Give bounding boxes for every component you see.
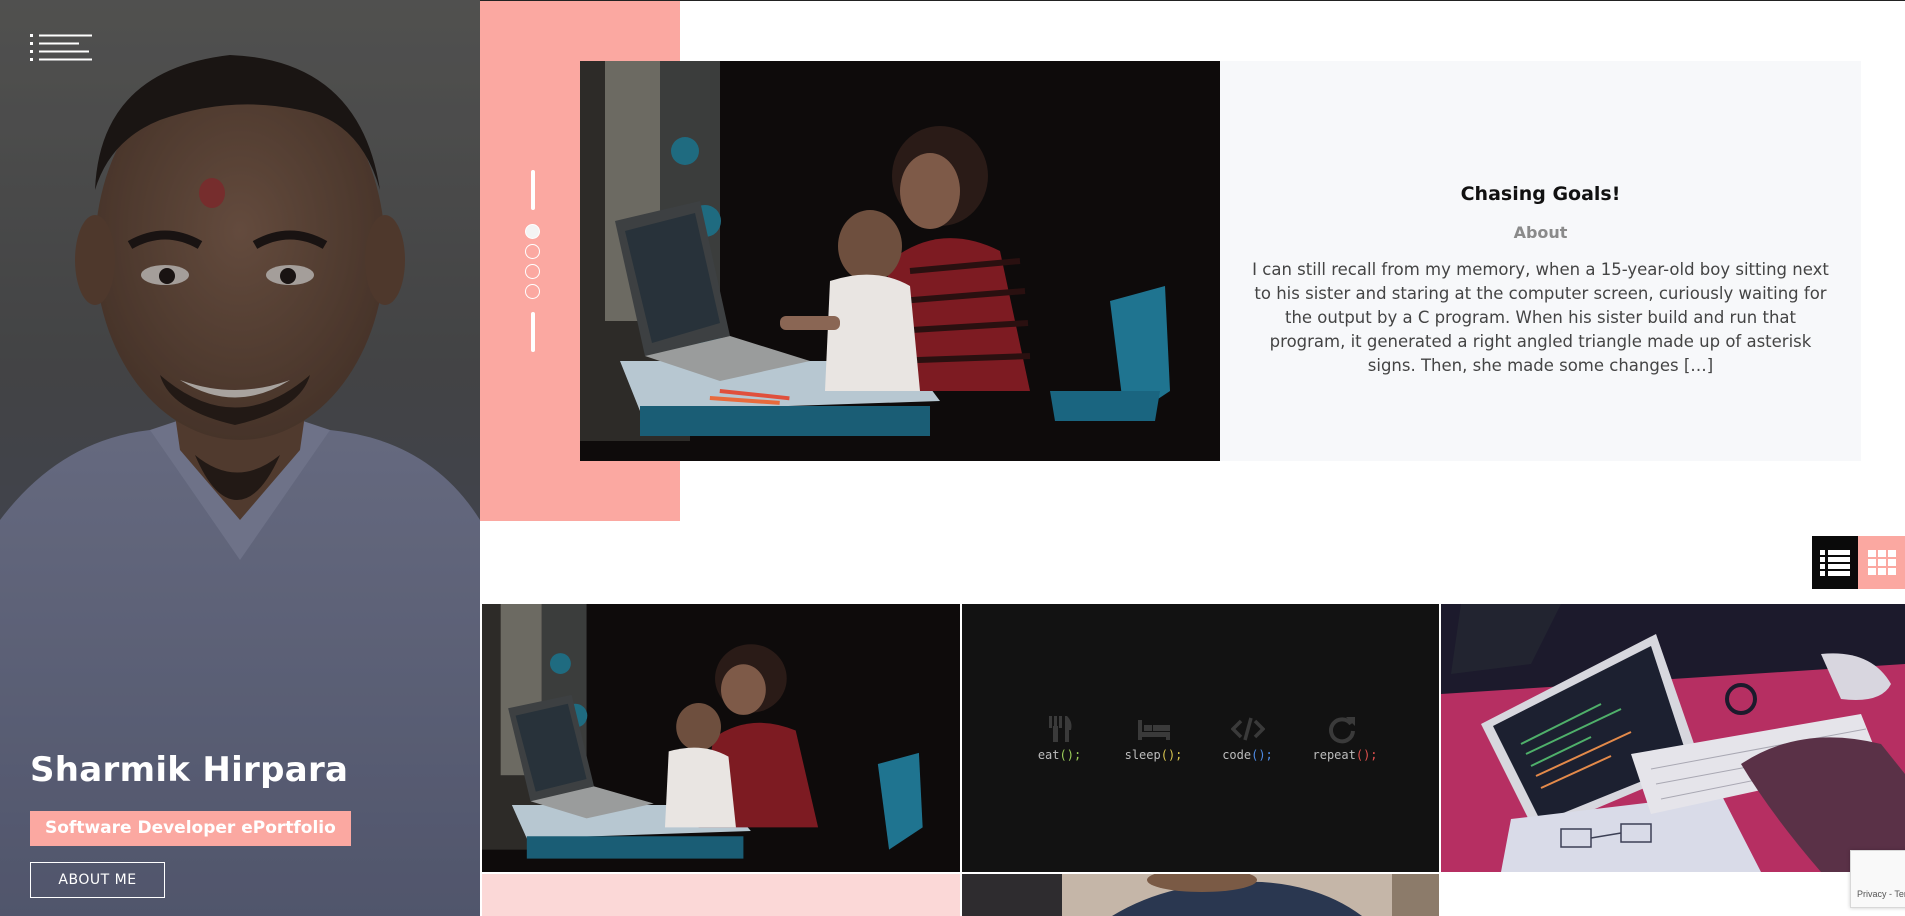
slider-dot-4[interactable] bbox=[525, 284, 540, 299]
post-tile-kids[interactable] bbox=[482, 604, 960, 872]
menu-toggle-button[interactable] bbox=[30, 32, 92, 62]
post-tile-pink[interactable] bbox=[482, 874, 960, 916]
eat-sleep-code-repeat-graphic: eat(); sleep(); code(); repeat(); bbox=[962, 714, 1439, 762]
list-menu-icon bbox=[30, 34, 92, 61]
sleep-parens: (); bbox=[1160, 748, 1183, 762]
grid-view-button[interactable] bbox=[1858, 536, 1905, 589]
kids-at-laptop-image bbox=[580, 61, 1220, 461]
eat-label: eat bbox=[1037, 748, 1060, 762]
post-tile-eat-sleep-code[interactable]: eat(); sleep(); code(); repeat(); bbox=[962, 604, 1439, 872]
bed-icon bbox=[1137, 720, 1170, 740]
code-label: code bbox=[1222, 748, 1252, 762]
featured-post-card[interactable]: Chasing Goals! About I can still recall … bbox=[580, 61, 1861, 461]
repeat-label: repeat bbox=[1312, 748, 1356, 762]
tablet-coding-thumbnail bbox=[1441, 604, 1905, 872]
tagline-badge: Software Developer ePortfolio bbox=[30, 811, 351, 846]
refresh-icon bbox=[1328, 717, 1355, 744]
sleep-item: sleep(); bbox=[1125, 714, 1183, 762]
post-tile-person[interactable] bbox=[962, 874, 1439, 916]
recaptcha-badge[interactable]: Privacy - Terms bbox=[1850, 850, 1905, 908]
featured-post-category[interactable]: About bbox=[1248, 223, 1833, 242]
slider-dot-2[interactable] bbox=[525, 244, 540, 259]
code-item: code(); bbox=[1219, 714, 1277, 762]
sleep-label: sleep bbox=[1124, 748, 1161, 762]
featured-post-excerpt: I can still recall from my memory, when … bbox=[1252, 260, 1829, 375]
repeat-item: repeat(); bbox=[1312, 714, 1378, 762]
repeat-parens: (); bbox=[1355, 748, 1378, 762]
fork-knife-icon bbox=[1048, 716, 1071, 742]
featured-post-image[interactable] bbox=[580, 61, 1220, 461]
kids-at-laptop-thumbnail bbox=[482, 604, 960, 872]
pagination-bottom-bar bbox=[531, 312, 535, 352]
person-thumbnail bbox=[962, 874, 1439, 916]
code-parens: (); bbox=[1251, 748, 1273, 762]
post-tile-tablet-coding[interactable] bbox=[1441, 604, 1905, 872]
list-view-button[interactable] bbox=[1812, 536, 1858, 589]
eat-item: eat(); bbox=[1031, 714, 1089, 762]
list-view-icon bbox=[1820, 549, 1850, 576]
profile-name: Sharmik Hirpara bbox=[30, 750, 349, 790]
profile-sidebar: Sharmik Hirpara Software Developer ePort… bbox=[0, 0, 480, 916]
code-icon bbox=[1230, 717, 1265, 741]
featured-post-title[interactable]: Chasing Goals! bbox=[1248, 183, 1833, 205]
about-me-button[interactable]: ABOUT ME bbox=[30, 862, 165, 898]
pagination-top-bar bbox=[531, 170, 535, 210]
slider-pagination bbox=[525, 170, 541, 352]
featured-post-body: Chasing Goals! About I can still recall … bbox=[1220, 61, 1861, 461]
grid-view-icon bbox=[1867, 549, 1896, 575]
slider-dot-3[interactable] bbox=[525, 264, 540, 279]
slider-dot-1[interactable] bbox=[525, 224, 540, 239]
top-divider bbox=[480, 0, 1905, 1]
eat-parens: (); bbox=[1059, 748, 1082, 762]
